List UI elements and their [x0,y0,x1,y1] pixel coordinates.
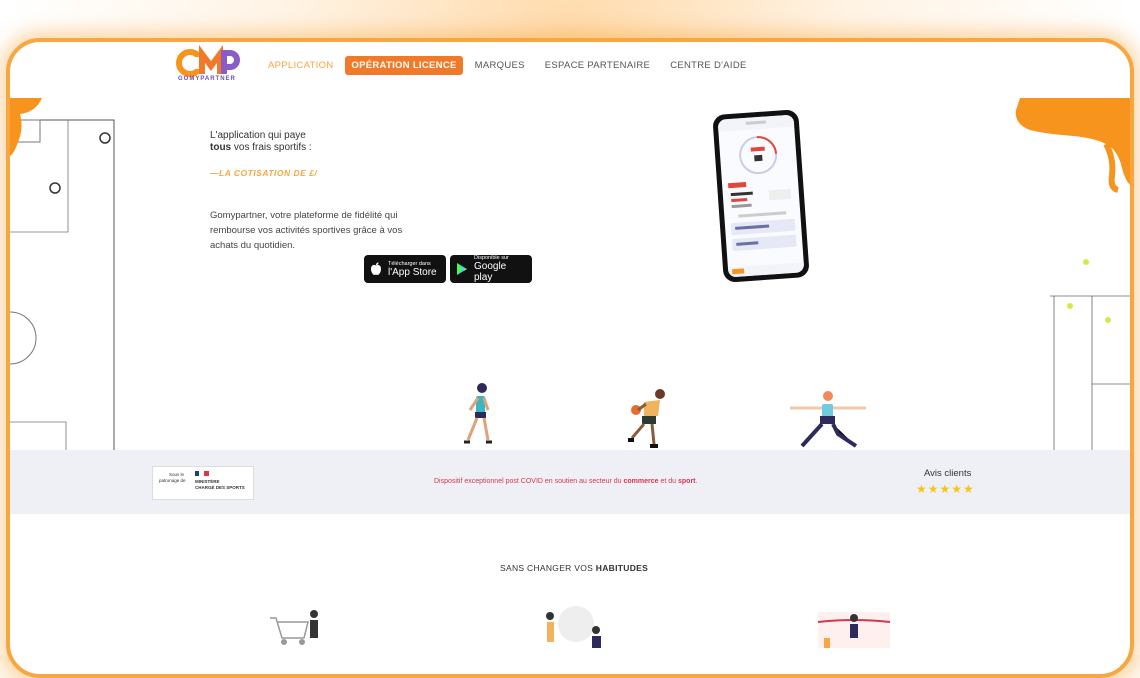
gov-label-2: patronage de [159,478,186,483]
app-store-big-text: l'App Store [388,266,437,278]
basketball-player-illustration [628,389,665,448]
field-lines-left-decoration [10,119,115,452]
browser-frame: GOMYPARTNER APPLICATION OPÉRATION LICENC… [6,38,1134,678]
hero-line-2-rest: vos frais sportifs : [231,142,312,153]
covid-text-pre: Dispositif exceptionnel post COVID en so… [434,478,624,485]
shopping-cart-illustration [270,610,318,645]
french-flag-icon [195,471,209,476]
phone-screen [717,114,805,278]
google-play-icon [457,263,467,275]
finish-line-illustration [817,612,891,648]
section-title: SANS CHANGER VOS HABITUDES [500,563,648,573]
yoga-woman-illustration [790,391,866,448]
phone-mockup [712,109,810,283]
paint-splash-right-decoration [1015,98,1130,193]
nav-espace-partenaire[interactable]: ESPACE PARTENAIRE [537,56,658,75]
hero-line-1: L'application qui paye [210,130,306,141]
gov-label-4: CHARGÉ DES SPORTS [195,485,245,490]
covid-text-commerce: commerce [623,478,659,485]
nav-application[interactable]: APPLICATION [260,56,341,75]
google-play-button[interactable]: Disponible sur Google play [450,255,532,283]
gov-label-1: Sous le [169,472,185,477]
main-nav: APPLICATION OPÉRATION LICENCE MARQUES ES… [260,56,759,75]
apple-icon [371,262,381,275]
section-title-bold: HABITUDES [595,563,649,573]
covid-text-sport: sport [678,478,696,485]
rating-stars: ★★★★★ [916,482,975,496]
phone-app-ui [717,114,805,278]
nav-marques[interactable]: MARQUES [467,56,533,75]
hero-tagline: —LA COTISATION DE £/ [210,168,318,178]
customer-reviews-label[interactable]: Avis clients [924,468,971,479]
covid-text-mid: et du [658,478,678,485]
info-strip: Sous le patronage de MINISTÈRE CHARGÉ DE… [10,450,1130,514]
field-lines-right-decoration [1050,259,1130,452]
people-illustration [546,606,601,648]
hero-line-2-bold: tous [210,142,232,153]
app-store-small-text: Télécharger dans [388,260,431,267]
paint-splash-left-decoration [10,98,42,156]
runner-illustration [464,383,492,444]
covid-text-end: . [695,478,698,485]
section-title-pre: SANS CHANGER VOS [500,563,596,573]
logo-subtitle: GOMYPARTNER [178,76,236,82]
covid-notice: Dispositif exceptionnel post COVID en so… [434,478,697,485]
gov-label-3: MINISTÈRE [195,479,220,484]
hero-line-2: tous vos frais sportifs : [210,142,312,153]
google-play-big-text: Google play [474,261,507,283]
hero-description: Gomypartner, votre plateforme de fidélit… [210,210,403,251]
app-store-button[interactable]: Télécharger dans l'App Store [364,255,446,283]
government-patronage-badge: Sous le patronage de MINISTÈRE CHARGÉ DE… [152,466,254,500]
nav-centre-aide[interactable]: CENTRE D'AIDE [662,56,754,75]
nav-operation-licence-button[interactable]: OPÉRATION LICENCE [345,56,463,75]
